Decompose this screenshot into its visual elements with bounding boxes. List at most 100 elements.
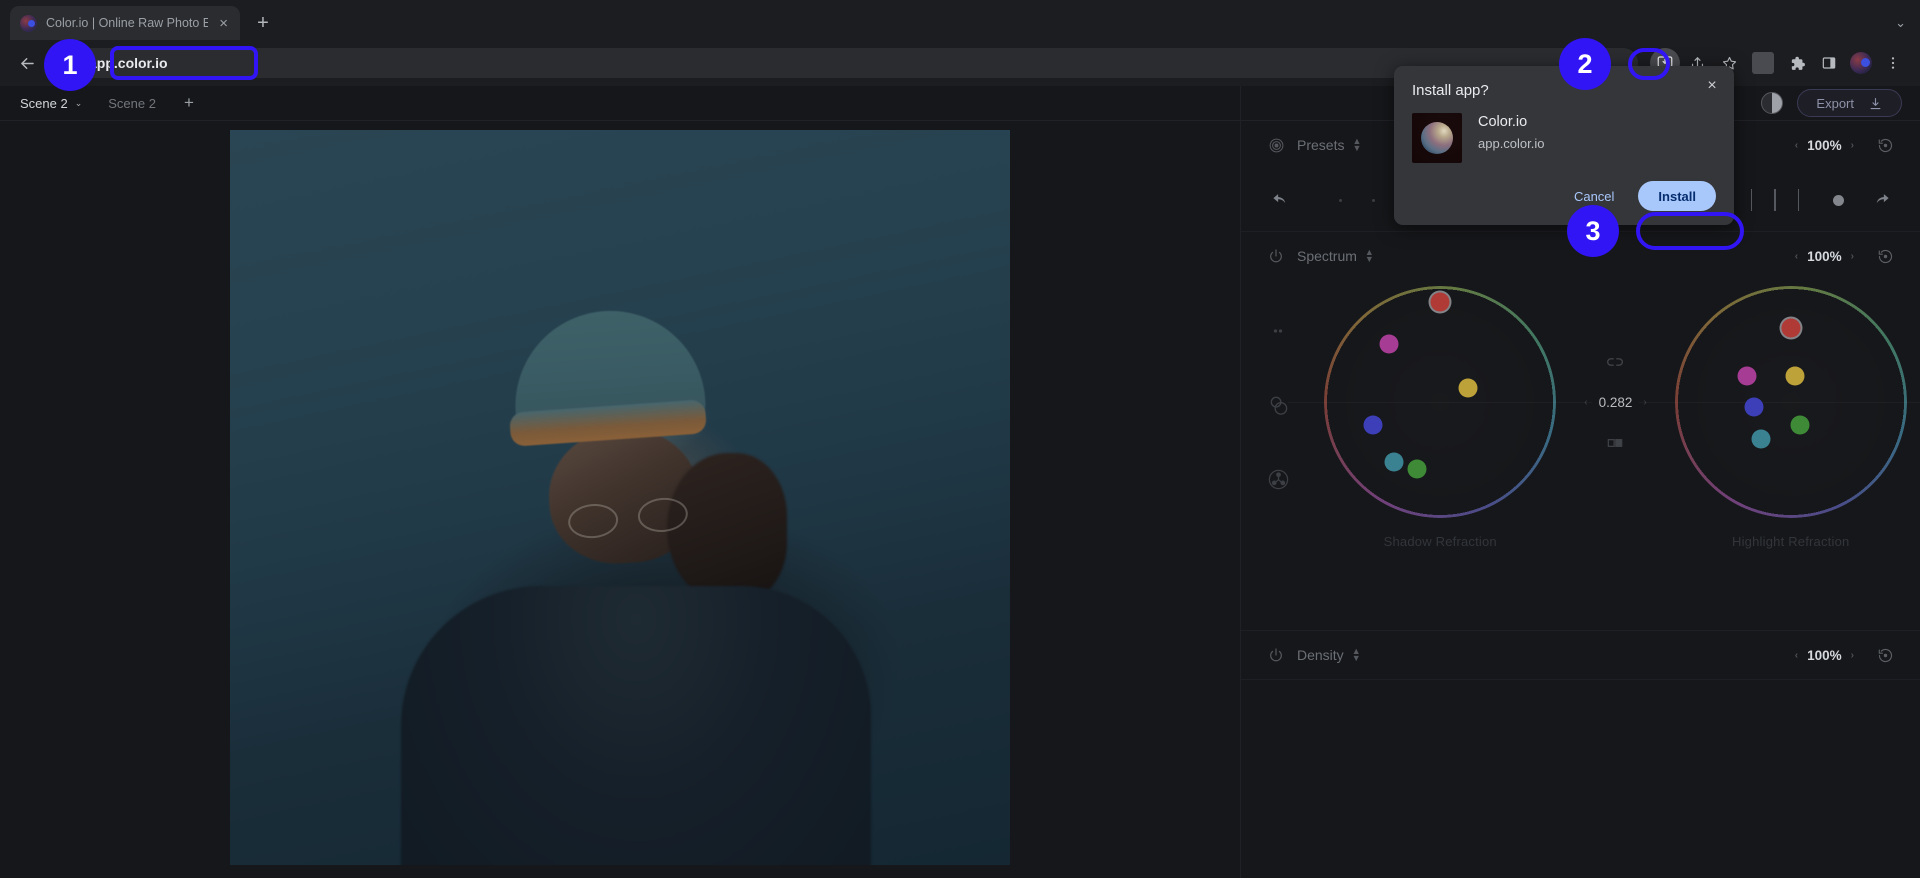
- power-icon[interactable]: [1265, 644, 1287, 666]
- dialog-app-text: Color.io app.color.io: [1478, 113, 1545, 151]
- color-wheels: Shadow Refraction ‹ 0.282 › Highlight Re…: [1311, 280, 1920, 549]
- preset-dot: [1339, 198, 1342, 202]
- toolbar-divider: [1752, 52, 1774, 74]
- target-rings-icon[interactable]: [1265, 134, 1287, 156]
- wheel-point-magenta[interactable]: [1379, 334, 1399, 354]
- app-name: Color.io: [1478, 114, 1528, 130]
- section-title: Spectrum: [1297, 248, 1357, 264]
- increment-icon[interactable]: ›: [1851, 650, 1854, 661]
- export-button[interactable]: Export: [1797, 89, 1902, 117]
- app-icon: [1412, 113, 1462, 163]
- density-header: Density ▲ ▼ ‹ 100% ›: [1241, 631, 1920, 679]
- link-broken-icon[interactable]: [1601, 348, 1629, 376]
- split-compare-icon[interactable]: [1601, 429, 1629, 457]
- browser-menu-icon[interactable]: [1878, 48, 1908, 78]
- density-title-group[interactable]: Density ▲ ▼: [1297, 646, 1361, 664]
- spectrum-header: Spectrum ▲ ▼ ‹ 100% ›: [1241, 232, 1920, 280]
- section-title: Density: [1297, 647, 1344, 663]
- refraction-value-stepper[interactable]: ‹ 0.282 ›: [1584, 395, 1646, 410]
- wheel-point-green[interactable]: [1790, 415, 1810, 435]
- overlap-circles-icon[interactable]: [1263, 390, 1293, 420]
- wheel-point-red[interactable]: [1781, 318, 1801, 338]
- chevron-down-icon[interactable]: ⌄: [75, 98, 83, 109]
- scene-tab-2[interactable]: Scene 2: [96, 90, 168, 116]
- download-icon: [1870, 97, 1881, 109]
- section-spectrum: Spectrum ▲ ▼ ‹ 100% › Shadow Refraction …: [1241, 232, 1920, 631]
- shadow-refraction-wheel[interactable]: [1324, 286, 1557, 518]
- photo-preview[interactable]: [230, 130, 1010, 865]
- editor-area: Scene 2 ⌄ Scene 2 +: [0, 86, 1240, 878]
- decrement-icon[interactable]: ‹: [1795, 650, 1798, 661]
- browser-tab[interactable]: Color.io | Online Raw Photo Edi ×: [10, 6, 240, 40]
- contrast-toggle-icon[interactable]: [1761, 92, 1784, 114]
- scene-tab-label: Scene 2: [108, 95, 156, 111]
- wheel-point-blue[interactable]: [1744, 397, 1764, 417]
- extensions-puzzle-icon[interactable]: [1782, 48, 1812, 78]
- spectrum-body: Shadow Refraction ‹ 0.282 › Highlight Re…: [1241, 280, 1920, 630]
- add-scene-button[interactable]: +: [176, 90, 202, 116]
- scene-tabs: Scene 2 ⌄ Scene 2 +: [0, 86, 1240, 121]
- browser-window: Color.io | Online Raw Photo Edi × + ⌄ ap…: [0, 0, 1920, 878]
- power-icon[interactable]: [1265, 245, 1287, 267]
- presets-title-group[interactable]: Presets ▲ ▼: [1297, 136, 1361, 154]
- slider-tick: [1750, 189, 1752, 211]
- wheel-point-yellow[interactable]: [1785, 366, 1805, 386]
- triad-node-icon[interactable]: [1263, 464, 1293, 494]
- presets-value-stepper[interactable]: ‹ 100% ›: [1795, 138, 1854, 153]
- colorio-favicon-icon: [20, 14, 37, 32]
- app-url: app.color.io: [1478, 135, 1545, 151]
- undo-arrow-icon[interactable]: [1265, 185, 1295, 215]
- dialog-title: Install app?: [1412, 82, 1489, 99]
- slider-knob[interactable]: [1833, 194, 1844, 206]
- redo-arrow-icon[interactable]: [1866, 185, 1896, 215]
- section-title: Presets: [1297, 137, 1345, 153]
- spectrum-value-stepper[interactable]: ‹ 100% ›: [1795, 249, 1854, 264]
- wheel-point-yellow[interactable]: [1458, 378, 1478, 398]
- highlight-refraction-wheel-col: Highlight Refraction: [1674, 286, 1907, 549]
- chevron-down-icon[interactable]: ⌄: [1895, 15, 1906, 31]
- section-density: Density ▲ ▼ ‹ 100% ›: [1241, 631, 1920, 680]
- side-panel-icon[interactable]: [1814, 48, 1844, 78]
- wheel-point-magenta[interactable]: [1737, 366, 1757, 386]
- canvas-area: [0, 121, 1240, 878]
- spectrum-side-icons: [1263, 316, 1293, 494]
- shadow-refraction-wheel-col: Shadow Refraction: [1324, 286, 1557, 549]
- new-tab-button[interactable]: +: [248, 8, 278, 38]
- decrement-icon[interactable]: ‹: [1795, 251, 1798, 262]
- updown-icon[interactable]: ▲ ▼: [1352, 136, 1361, 154]
- wheel-point-green[interactable]: [1407, 459, 1427, 479]
- wheel-point-teal[interactable]: [1751, 429, 1771, 449]
- wheel-point-blue[interactable]: [1363, 415, 1383, 435]
- cancel-button[interactable]: Cancel: [1560, 181, 1628, 211]
- profile-avatar-icon[interactable]: [1846, 48, 1876, 78]
- increment-icon[interactable]: ›: [1851, 140, 1854, 151]
- scene-tab-active[interactable]: Scene 2 ⌄: [8, 90, 94, 116]
- wheel-point-teal[interactable]: [1384, 452, 1404, 472]
- decrement-icon[interactable]: ‹: [1795, 140, 1798, 151]
- updown-icon[interactable]: ▲ ▼: [1352, 646, 1361, 664]
- updown-icon[interactable]: ▲ ▼: [1365, 247, 1374, 265]
- dialog-app-row: Color.io app.color.io: [1412, 113, 1716, 163]
- increment-icon[interactable]: ›: [1851, 251, 1854, 262]
- two-dots-icon[interactable]: [1263, 316, 1293, 346]
- highlight-refraction-wheel[interactable]: [1674, 286, 1907, 518]
- presets-reset-icon[interactable]: [1872, 132, 1898, 158]
- export-label: Export: [1816, 95, 1854, 111]
- avatar: [1850, 52, 1872, 74]
- preset-dot: [1372, 198, 1375, 202]
- slider-tick: [1797, 189, 1799, 211]
- close-icon[interactable]: ×: [1703, 77, 1721, 95]
- spectrum-title-group[interactable]: Spectrum ▲ ▼: [1297, 247, 1374, 265]
- close-icon[interactable]: ×: [217, 16, 230, 31]
- density-reset-icon[interactable]: [1872, 642, 1898, 668]
- density-value-stepper[interactable]: ‹ 100% ›: [1795, 648, 1854, 663]
- url-text: app.color.io: [89, 55, 168, 71]
- spectrum-reset-icon[interactable]: [1872, 243, 1898, 269]
- highlight-refraction-label: Highlight Refraction: [1732, 534, 1850, 549]
- density-value: 100%: [1807, 647, 1842, 663]
- slider-tick: [1774, 189, 1776, 211]
- install-button[interactable]: Install: [1638, 181, 1716, 211]
- tab-title: Color.io | Online Raw Photo Edi: [46, 16, 209, 30]
- wheel-point-red[interactable]: [1430, 292, 1450, 312]
- back-button[interactable]: [12, 48, 42, 78]
